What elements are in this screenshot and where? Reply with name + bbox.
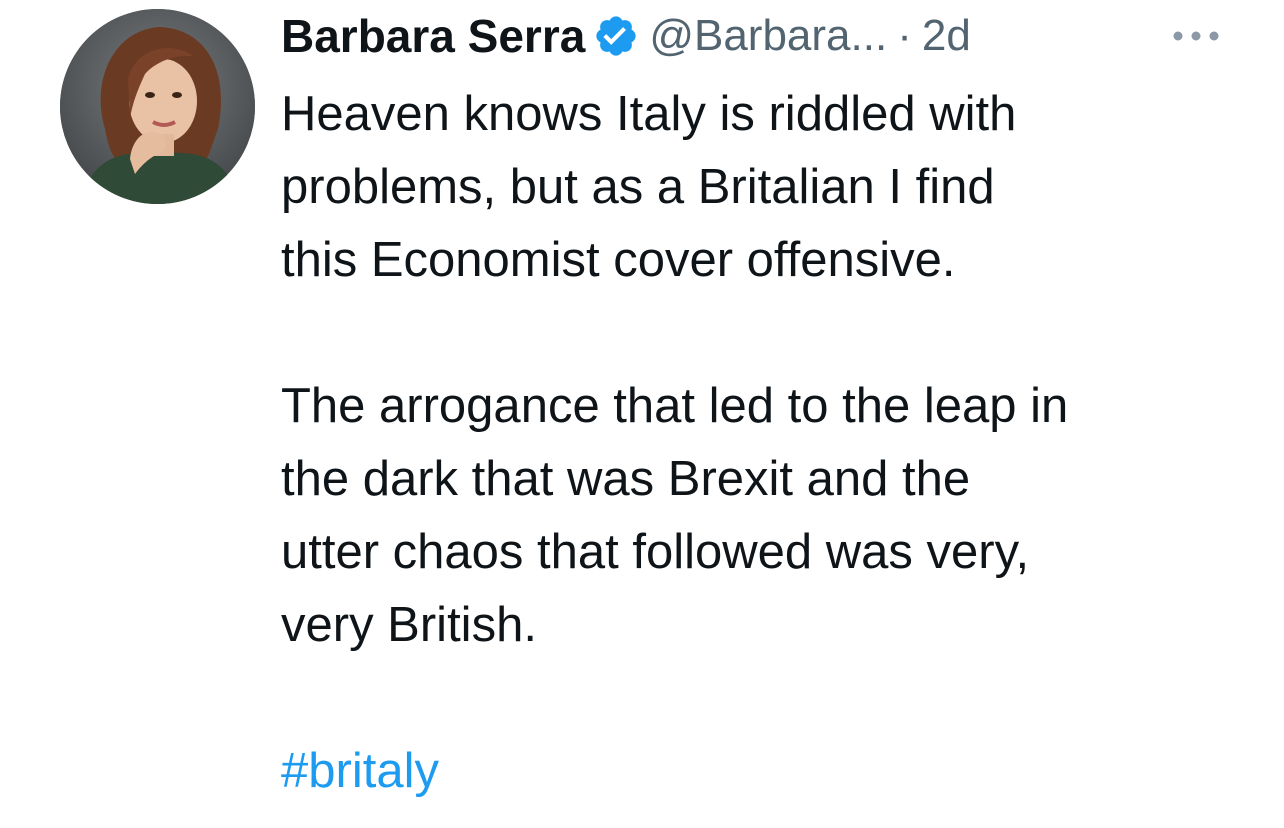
tweet-timestamp[interactable]: 2d [922,11,971,61]
body-line: this Economist cover offensive. [281,233,956,287]
separator-dot: · [897,11,912,60]
author-avatar[interactable] [60,9,255,204]
author-display-name[interactable]: Barbara Serra [281,9,585,63]
body-line: problems, but as a Britalian I find [281,160,995,214]
body-line: very British. [281,598,537,652]
hashtag-link[interactable]: #britaly [281,735,1241,808]
verified-badge-icon [593,13,639,59]
body-line: utter chaos that followed was very, [281,525,1030,579]
avatar-photo-icon [60,9,255,204]
tweet-text: Heaven knows Italy is riddled with probl… [281,78,1241,808]
more-horizontal-icon[interactable] [1170,28,1222,44]
tweet-header: Barbara Serra @Barbara... · 2d [281,4,971,68]
body-line: The arrogance that led to the leap in [281,379,1069,433]
author-handle[interactable]: @Barbara... [649,11,887,61]
body-line: the dark that was Brexit and the [281,452,971,506]
body-line: Heaven knows Italy is riddled with [281,87,1017,141]
